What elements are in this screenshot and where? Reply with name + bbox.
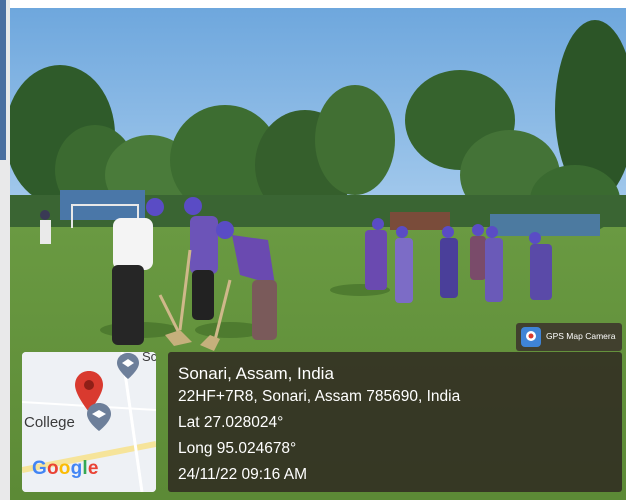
place-name: Sonari, Assam, India (178, 364, 334, 383)
map-label-college: College (24, 414, 75, 431)
gps-camera-app-icon (521, 327, 541, 347)
building (490, 214, 600, 236)
location-info-panel: Sonari, Assam, India 22HF+7R8, Sonari, A… (168, 352, 622, 492)
left-edge-strip (0, 0, 10, 500)
map-thumbnail[interactable]: College Sc Google (22, 352, 156, 492)
date-time: 24/11/22 09:16 AM (178, 466, 307, 483)
address-line: 22HF+7R8, Sonari, Assam 785690, India (178, 388, 461, 405)
longitude: Long 95.024678° (178, 440, 297, 457)
college-marker-icon (87, 403, 111, 431)
gps-map-camera-badge: GPS Map Camera (516, 323, 622, 351)
poi-marker-icon (117, 353, 139, 379)
gps-badge-label: GPS Map Camera (546, 331, 616, 341)
latitude: Lat 27.028024° (178, 414, 284, 431)
google-logo: Google (32, 458, 99, 479)
map-label-sc: Sc (142, 352, 156, 364)
